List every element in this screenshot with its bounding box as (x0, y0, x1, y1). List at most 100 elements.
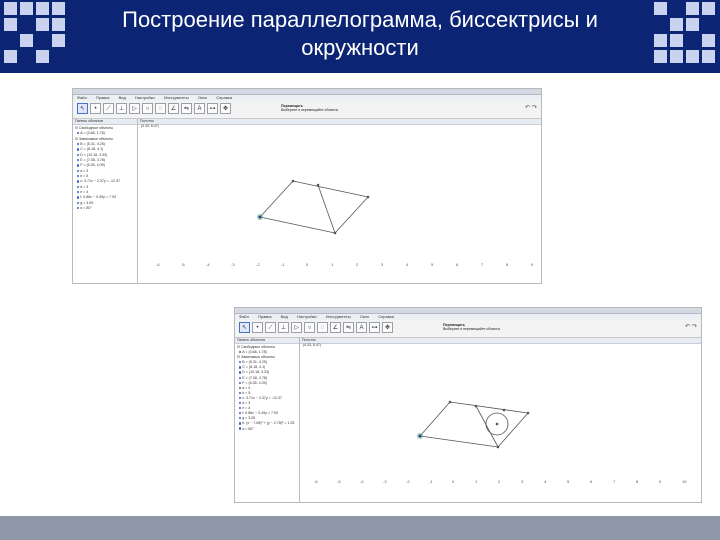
angle-tool-button[interactable]: ∠ (168, 103, 179, 114)
menu-help[interactable]: Справка (216, 95, 232, 100)
graphics-canvas[interactable]: -6 -5 -4 -3 -2 -1 0 1 2 3 4 5 6 7 8 9 10 (300, 338, 701, 502)
menu-file[interactable]: Файл (77, 95, 87, 100)
menu-edit[interactable]: Правка (96, 95, 110, 100)
menu-settings[interactable]: Настройки (297, 314, 317, 319)
move-view-tool-button[interactable]: ✥ (220, 103, 231, 114)
bisector-segment[interactable] (317, 184, 336, 234)
point-e[interactable] (474, 404, 478, 408)
menu-tools[interactable]: Инструменты (326, 314, 351, 319)
axis-tick-label: -6 (314, 479, 318, 484)
reflect-tool-button[interactable]: ⇋ (181, 103, 192, 114)
point-d[interactable] (496, 445, 500, 449)
axis-tick-label: 9 (531, 262, 534, 267)
axis-tick-label: 3 (521, 479, 524, 484)
algebra-list: ⊟ Свободные объекты A = (3.68, 1.78) ⊟ З… (73, 125, 137, 212)
slider-tool-button[interactable]: ⊶ (207, 103, 218, 114)
side-ab[interactable] (259, 180, 294, 218)
axis-tick-label: -2 (406, 479, 410, 484)
side-da[interactable] (259, 216, 336, 234)
undo-icon[interactable]: ↶ (525, 104, 531, 113)
menu-tools[interactable]: Инструменты (164, 95, 189, 100)
algebra-list: ⊟ Свободные объекты A = (3.68, 1.78) ⊟ З… (235, 344, 299, 432)
point-tool-button[interactable]: • (252, 322, 263, 333)
text-tool-button[interactable]: A (356, 322, 367, 333)
menu-settings[interactable]: Настройки (135, 95, 155, 100)
point-b[interactable] (291, 179, 295, 183)
line-tool-button[interactable]: ⟋ (265, 322, 276, 333)
axis-tick-label: 8 (636, 479, 639, 484)
slide-title-line2: окружности (301, 35, 419, 60)
slide-title-line1: Построение параллелограмма, биссектрисы … (122, 7, 598, 32)
circle-center[interactable] (495, 422, 499, 426)
point-c[interactable] (366, 195, 370, 199)
axis-tick-label: 4 (544, 479, 547, 484)
side-bc[interactable] (449, 401, 529, 414)
graphics-view[interactable]: Полотно (4.33, 8.47) -6 -5 -4 -3 -2 -1 0… (300, 338, 701, 502)
menu-file[interactable]: Файл (239, 314, 249, 319)
side-da[interactable] (419, 435, 499, 448)
axis-tick-label: 5 (431, 262, 434, 267)
axis-tick-label: -1 (281, 262, 285, 267)
bisector-segment[interactable] (475, 405, 499, 448)
axis-tick-label: 6 (456, 262, 459, 267)
point-a-core[interactable] (418, 434, 422, 438)
tool-help: Перемещать Выберите и перемещайте объект… (281, 104, 338, 112)
menu-view[interactable]: Вид (119, 95, 126, 100)
parallelogram[interactable] (259, 180, 369, 234)
parallelogram[interactable] (419, 401, 529, 448)
geogebra-window-2: Файл Правка Вид Настройки Инструменты Ок… (234, 307, 702, 503)
algebra-item[interactable]: α = 80° (75, 206, 137, 211)
perpendicular-tool-button[interactable]: ⊥ (278, 322, 289, 333)
tool-hint: Выберите и перемещайте объекты (443, 327, 501, 331)
polygon-tool-button[interactable]: ▷ (129, 103, 140, 114)
move-tool-button[interactable]: ↖ (77, 103, 88, 114)
toolbar: ↖ • ⟋ ⊥ ▷ ○ ◌ ∠ ⇋ A ⊶ ✥ Перемещать Выбер… (235, 320, 701, 338)
point-e[interactable] (316, 183, 320, 187)
menu-help[interactable]: Справка (378, 314, 394, 319)
slide-title: Построение параллелограмма, биссектрисы … (80, 6, 640, 62)
axis-tick-label: 2 (498, 479, 501, 484)
axis-tick-label: -4 (360, 479, 364, 484)
point-tool-button[interactable]: • (90, 103, 101, 114)
menu-edit[interactable]: Правка (258, 314, 272, 319)
line-tool-button[interactable]: ⟋ (103, 103, 114, 114)
circle-tool-button[interactable]: ○ (304, 322, 315, 333)
points (257, 179, 370, 235)
axis-tick-label: 7 (613, 479, 616, 484)
side-cd[interactable] (497, 412, 529, 448)
move-view-tool-button[interactable]: ✥ (382, 322, 393, 333)
side-bc[interactable] (292, 180, 369, 198)
axis-tick-label: -5 (181, 262, 185, 267)
menu-window[interactable]: Окно (198, 95, 207, 100)
graphics-canvas[interactable]: -6 -5 -4 -3 -2 -1 0 1 2 3 4 5 6 7 8 9 (138, 119, 541, 283)
side-cd[interactable] (334, 196, 369, 234)
axis-tick-label: -3 (383, 479, 387, 484)
point-d[interactable] (333, 231, 337, 235)
point-c[interactable] (526, 411, 530, 415)
undo-icon[interactable]: ↶ (685, 323, 691, 332)
x-axis: -6 -5 -4 -3 -2 -1 0 1 2 3 4 5 6 7 8 9 10 (314, 479, 687, 484)
perpendicular-tool-button[interactable]: ⊥ (116, 103, 127, 114)
axis-tick-label: 2 (356, 262, 359, 267)
side-ab[interactable] (419, 401, 451, 437)
circle-tool-button[interactable]: ○ (142, 103, 153, 114)
point-f[interactable] (502, 408, 506, 412)
move-tool-button[interactable]: ↖ (239, 322, 250, 333)
tool-help: Перемещать Выберите и перемещайте объект… (443, 323, 500, 331)
graphics-view[interactable]: Полотно (4.33, 8.47) -6 -5 -4 -3 -2 -1 0… (138, 119, 541, 283)
point-a-core[interactable] (258, 215, 262, 219)
redo-icon[interactable]: ↷ (692, 323, 698, 332)
axis-tick-label: 9 (659, 479, 662, 484)
menu-view[interactable]: Вид (281, 314, 288, 319)
menu-window[interactable]: Окно (360, 314, 369, 319)
ellipse-tool-button[interactable]: ◌ (317, 322, 328, 333)
slider-tool-button[interactable]: ⊶ (369, 322, 380, 333)
point-b[interactable] (448, 400, 452, 404)
ellipse-tool-button[interactable]: ◌ (155, 103, 166, 114)
angle-tool-button[interactable]: ∠ (330, 322, 341, 333)
polygon-tool-button[interactable]: ▷ (291, 322, 302, 333)
reflect-tool-button[interactable]: ⇋ (343, 322, 354, 333)
redo-icon[interactable]: ↷ (532, 104, 538, 113)
text-tool-button[interactable]: A (194, 103, 205, 114)
algebra-item[interactable]: α = 80° (237, 427, 299, 432)
